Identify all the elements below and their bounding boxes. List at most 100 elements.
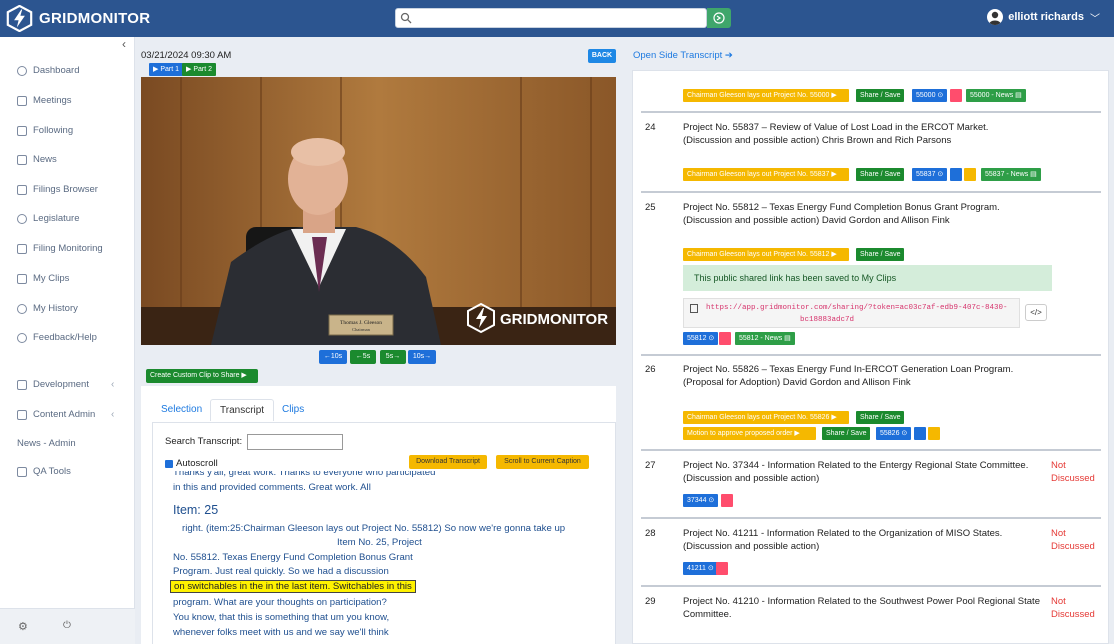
forward-5s-button[interactable]: 5s→ (380, 350, 406, 364)
brand[interactable]: GRIDMONITOR (6, 3, 150, 33)
sidebar-item-label: Feedback/Help (33, 332, 97, 343)
status-line: Discussed (1051, 473, 1095, 484)
tab-clips[interactable]: Clips (282, 404, 304, 415)
motion-button[interactable]: Motion to approve proposed order ▶ (683, 427, 816, 440)
transcript-line[interactable]: in this and provided comments. Great wor… (173, 482, 371, 493)
item-title[interactable]: Project No. 41211 - Information Related … (683, 527, 1002, 553)
avatar (987, 9, 1004, 25)
project-button[interactable]: 41211 ⊙ (683, 562, 718, 575)
item-line: Project No. 55812 – Texas Energy Fund Co… (683, 202, 1000, 213)
power-icon[interactable]: ⏻ (63, 620, 71, 631)
news-button[interactable]: 55000 - News ▤ (966, 89, 1026, 102)
news-button[interactable]: 55812 - News ▤ (735, 332, 795, 345)
forward-10s-button[interactable]: 10s→ (408, 350, 436, 364)
project-button[interactable]: 55000 ⊙ (912, 89, 948, 102)
sidebar-item-dashboard[interactable]: Dashboard (17, 65, 79, 76)
news-button[interactable]: 55837 - News ▤ (981, 168, 1041, 181)
sidebar-collapse-icon[interactable]: ‹ (122, 37, 126, 51)
sidebar-item-content-admin[interactable]: Content Admin ‹ (17, 409, 114, 420)
search-icon (400, 12, 412, 24)
share-save-button[interactable]: Share / Save (822, 427, 871, 440)
transcript-line[interactable]: Item No. 25, Project (337, 537, 422, 548)
open-side-transcript-link[interactable]: Open Side Transcript ➔ (633, 50, 733, 61)
item-number: 25 (645, 202, 656, 213)
rewind-10s-button[interactable]: ←10s (319, 350, 347, 364)
app-name: GRIDMONITOR (39, 9, 151, 27)
agenda-panel: Chairman Gleeson lays out Project No. 55… (632, 70, 1109, 644)
embed-code-button[interactable]: </> (1025, 304, 1047, 321)
sidebar-footer: ⚙ ⏻ (0, 608, 135, 644)
sidebar-item-following[interactable]: Following (17, 125, 73, 136)
copy-icon[interactable] (690, 304, 698, 313)
project-button[interactable]: 55837 ⊙ (912, 168, 948, 181)
share-save-button[interactable]: Share / Save (856, 168, 905, 181)
share-save-button[interactable]: Share / Save (856, 89, 905, 102)
transcript-line[interactable]: You know, that this is something that um… (173, 612, 389, 623)
sidebar-item-meetings[interactable]: Meetings (17, 95, 72, 106)
divider (641, 354, 1101, 356)
tab-transcript[interactable]: Transcript (210, 399, 275, 421)
user-menu[interactable]: elliott richards ﹀ (987, 9, 1100, 25)
sidebar-item-my-history[interactable]: My History (17, 303, 78, 314)
autoscroll-toggle[interactable]: Autoscroll (165, 458, 218, 469)
transcript-panel: Selection Transcript Clips Search Transc… (141, 386, 616, 644)
transcript-line[interactable]: No. 55812. Texas Energy Fund Completion … (173, 552, 413, 563)
lays-out-button[interactable]: Chairman Gleeson lays out Project No. 55… (683, 248, 849, 261)
bookmark-icon[interactable] (950, 89, 962, 102)
lays-out-button[interactable]: Chairman Gleeson lays out Project No. 55… (683, 89, 849, 102)
sidebar-item-news[interactable]: News (17, 154, 57, 165)
divider (641, 449, 1101, 451)
project-button[interactable]: 55826 ⊙ (876, 427, 912, 440)
item-title[interactable]: Project No. 55837 – Review of Value of L… (683, 121, 988, 147)
item-title[interactable]: Project No. 55812 – Texas Energy Fund Co… (683, 201, 1000, 227)
back-button[interactable]: BACK (588, 49, 616, 63)
item-title[interactable]: Project No. 55826 – Texas Energy Fund In… (683, 363, 1013, 389)
gear-icon[interactable]: ⚙ (18, 620, 28, 633)
video-player[interactable]: Thomas J. Gleeson Chairman GRIDMONITOR (141, 77, 616, 345)
item-title[interactable]: Project No. 41210 - Information Related … (683, 595, 1040, 621)
bookmark-filled-icon[interactable] (914, 427, 926, 440)
sidebar-item-filings-browser[interactable]: Filings Browser (17, 184, 98, 195)
note-icon[interactable] (964, 168, 976, 181)
item-title[interactable]: Project No. 37344 - Information Related … (683, 459, 1028, 485)
checkbox-checked-icon[interactable] (165, 459, 173, 468)
share-save-button[interactable]: Share / Save (856, 248, 905, 261)
sidebar-item-news-admin[interactable]: News - Admin (17, 438, 76, 449)
part-2-button[interactable]: ▶ Part 2 (182, 63, 217, 76)
sidebar-item-label: Dashboard (33, 65, 80, 76)
create-custom-clip-button[interactable]: Create Custom Clip to Share ▶ (146, 369, 258, 383)
part-1-button[interactable]: ▶ Part 1 (149, 63, 184, 76)
search-transcript-input[interactable] (247, 434, 343, 450)
sidebar-item-qa-tools[interactable]: QA Tools (17, 466, 71, 477)
search-go-button[interactable] (707, 8, 731, 28)
bookmark-icon[interactable] (721, 494, 733, 507)
bookmark-filled-icon[interactable] (950, 168, 962, 181)
transcript-line[interactable]: whenever folks meet with us and we say w… (173, 627, 389, 638)
lays-out-button[interactable]: Chairman Gleeson lays out Project No. 55… (683, 168, 849, 181)
status-badge: Not Discussed (1051, 595, 1095, 621)
rewind-5s-button[interactable]: ←5s (350, 350, 376, 364)
sidebar-item-my-clips[interactable]: My Clips (17, 273, 69, 284)
project-button[interactable]: 55812 ⊙ (683, 332, 719, 345)
share-save-button[interactable]: Share / Save (856, 411, 905, 424)
lays-out-button[interactable]: Chairman Gleeson lays out Project No. 55… (683, 411, 849, 424)
sidebar-item-filing-monitoring[interactable]: Filing Monitoring (17, 243, 103, 254)
download-transcript-button[interactable]: Download Transcript (409, 455, 487, 469)
bookmark-icon[interactable] (716, 562, 728, 575)
note-icon[interactable] (928, 427, 940, 440)
item-line: Project No. 37344 - Information Related … (683, 460, 1029, 471)
sidebar-item-feedback-help[interactable]: Feedback/Help (17, 332, 97, 343)
bookmark-icon[interactable] (719, 332, 731, 345)
transcript-line[interactable]: right. (item:25:Chairman Gleeson lays ou… (182, 523, 565, 534)
transcript-current-line[interactable]: on switchables in the in the last item. … (170, 580, 416, 593)
project-button[interactable]: 37344 ⊙ (683, 494, 719, 507)
search-input[interactable] (416, 10, 701, 26)
sidebar-item-development[interactable]: Development ‹ (17, 379, 114, 390)
scroll-to-caption-button[interactable]: Scroll to Current Caption (496, 455, 589, 469)
sidebar-item-label: Meetings (33, 95, 72, 106)
transcript-line[interactable]: program. What are your thoughts on parti… (173, 597, 387, 608)
sidebar-item-legislature[interactable]: Legislature (17, 213, 79, 224)
tab-selection[interactable]: Selection (161, 404, 202, 415)
share-link-box[interactable]: https://app.gridmonitor.com/sharing/?tok… (683, 298, 1020, 328)
transcript-line[interactable]: Program. Just real quickly. So we had a … (173, 566, 389, 577)
